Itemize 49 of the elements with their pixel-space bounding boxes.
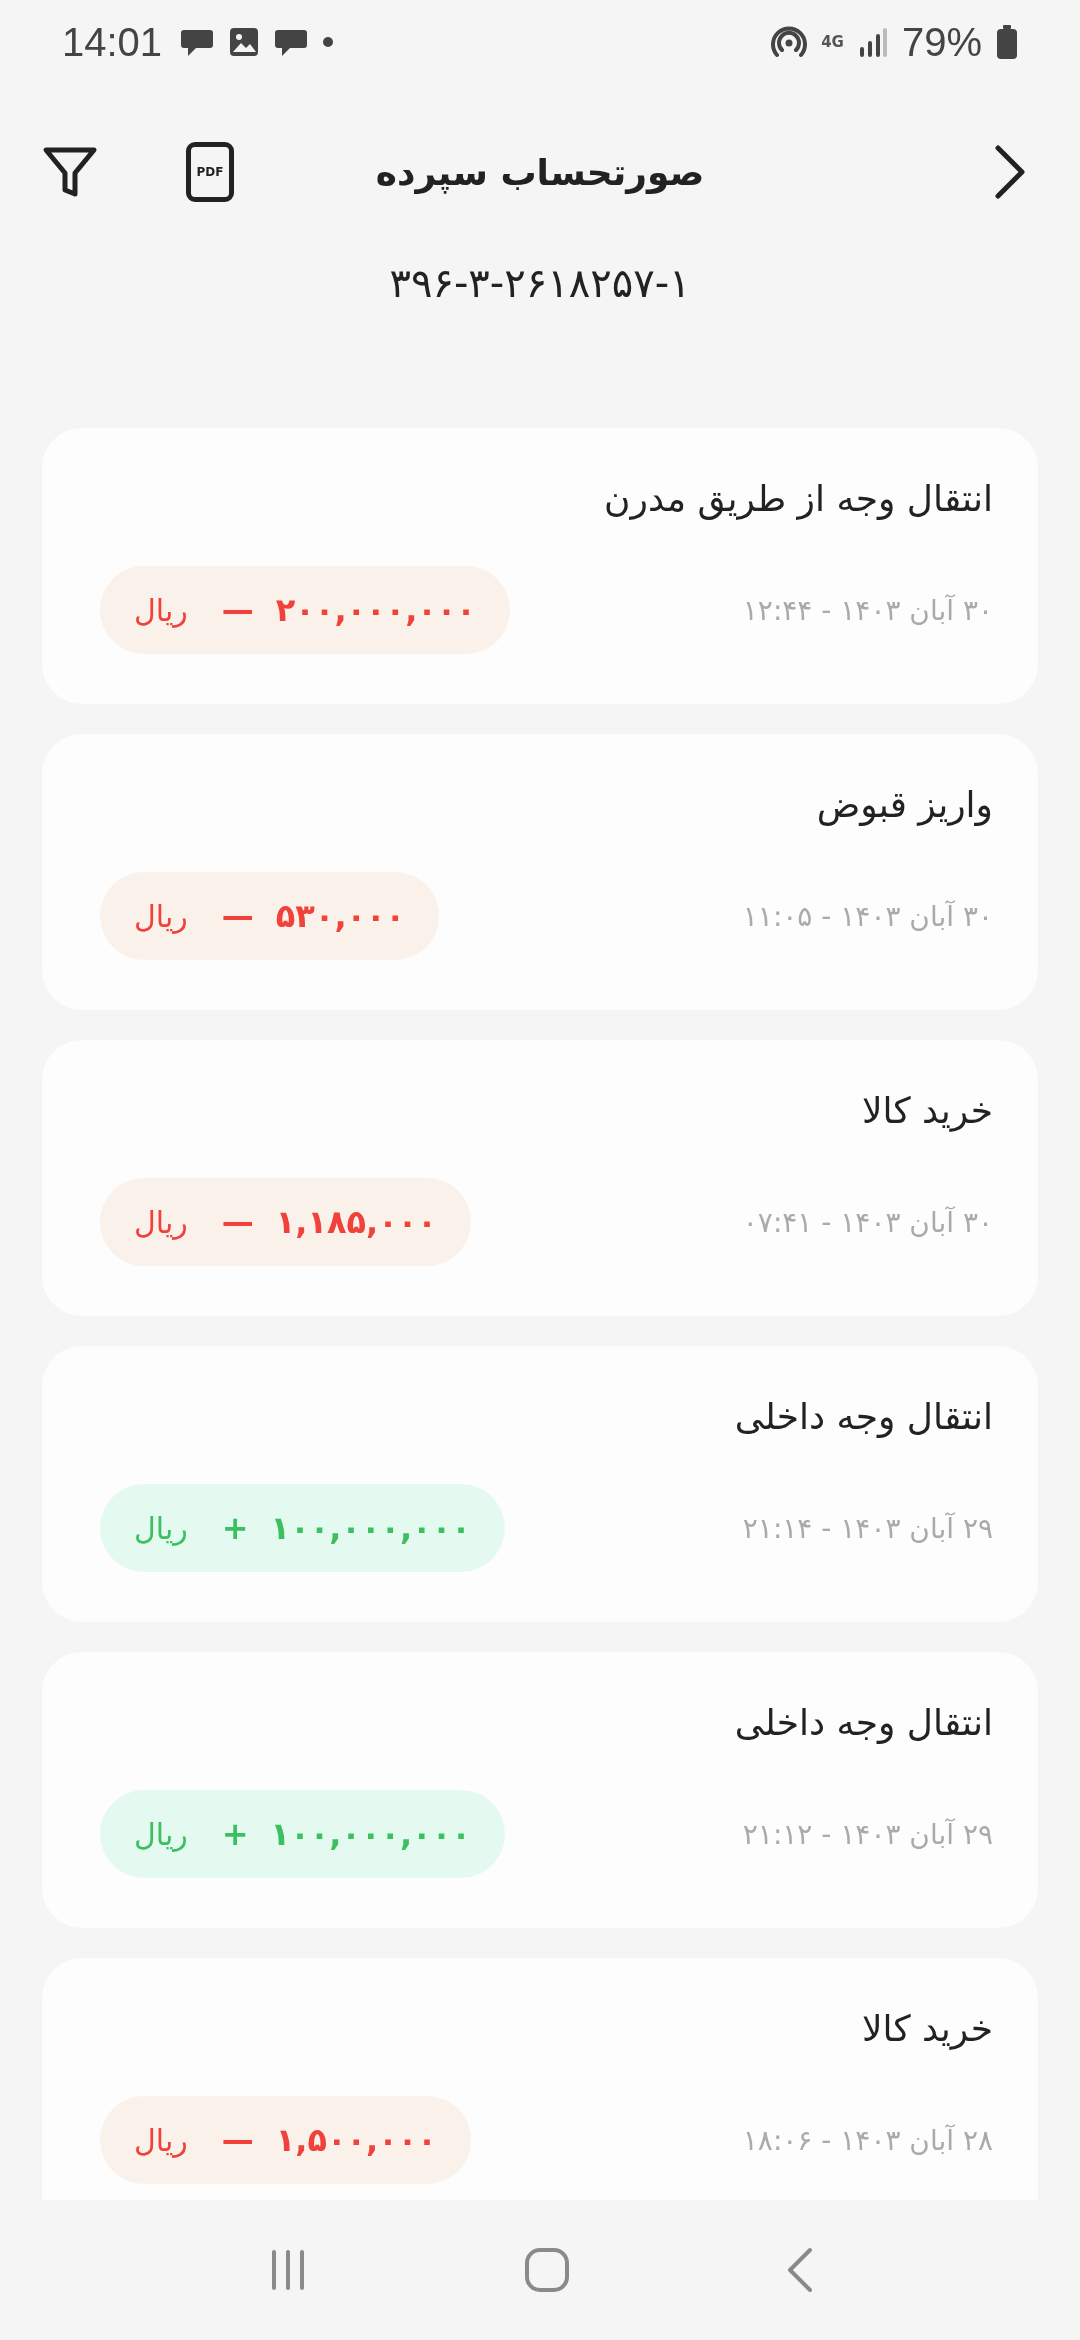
clock-time: 14:01	[62, 19, 163, 65]
transaction-date: ۳۰ آبان ۱۴۰۳ - ۱۲:۴۴	[742, 593, 993, 627]
transaction-date: ۳۰ آبان ۱۴۰۳ - ۰۷:۴۱	[742, 1205, 993, 1239]
amount-sign: —	[221, 591, 254, 629]
currency-label: ریال	[134, 898, 188, 934]
screen-title: صورتحساب سپرده	[374, 151, 706, 193]
currency-label: ریال	[134, 1510, 188, 1546]
notification-dot-icon	[322, 36, 335, 48]
pdf-button[interactable]: PDF	[186, 142, 234, 202]
transaction-date: ۲۸ آبان ۱۴۰۳ - ۱۸:۰۶	[742, 2123, 993, 2157]
transaction-card[interactable]: خرید کالا ۲۸ آبان ۱۴۰۳ - ۱۸:۰۶ ۱,۵۰۰,۰۰۰ — ریال	[42, 1958, 1038, 2200]
transaction-card[interactable]: انتقال وجه از طریق مدرن ۳۰ آبان ۱۴۰۳ - ۱۲:۴۴ ۲۰۰,۰۰۰,۰۰۰ — ریال	[42, 428, 1038, 704]
currency-label: ریال	[134, 2122, 188, 2158]
amount-value: ۱,۱۸۵,۰۰۰	[275, 1203, 437, 1241]
amount-sign: —	[221, 2121, 254, 2159]
currency-label: ریال	[134, 592, 188, 628]
amount-value: ۱,۵۰۰,۰۰۰	[275, 2121, 437, 2159]
hotspot-icon	[771, 25, 808, 59]
transaction-card[interactable]: واریز قبوض ۳۰ آبان ۱۴۰۳ - ۱۱:۰۵ ۵۳۰,۰۰۰ — ریال	[42, 734, 1038, 1010]
back-chevron-icon[interactable]	[994, 144, 1026, 200]
signal-icon	[857, 27, 888, 57]
transaction-title: انتقال وجه داخلی	[733, 1701, 993, 1746]
transaction-card[interactable]: خرید کالا ۳۰ آبان ۱۴۰۳ - ۰۷:۴۱ ۱,۱۸۵,۰۰۰ — ریال	[42, 1040, 1038, 1316]
network-type: 4G	[821, 33, 844, 51]
amount-value: ۵۳۰,۰۰۰	[275, 897, 406, 935]
amount-sign: —	[221, 1203, 254, 1241]
currency-label: ریال	[134, 1204, 188, 1240]
battery-icon	[996, 25, 1018, 59]
transaction-date: ۲۹ آبان ۱۴۰۳ - ۲۱:۱۴	[742, 1511, 993, 1545]
amount-sign: +	[221, 1815, 249, 1853]
amount-value: ۱۰۰,۰۰۰,۰۰۰	[270, 1815, 471, 1853]
transaction-date: ۳۰ آبان ۱۴۰۳ - ۱۱:۰۵	[742, 899, 993, 933]
amount-sign: —	[221, 897, 254, 935]
battery-level: 79%	[901, 19, 982, 65]
transaction-card[interactable]: انتقال وجه داخلی ۲۹ آبان ۱۴۰۳ - ۲۱:۱۴ ۱۰۰,۰۰۰,۰۰۰ + ریال	[42, 1346, 1038, 1622]
amount-sign: +	[221, 1509, 249, 1547]
transaction-title: خرید کالا	[860, 1089, 993, 1134]
transaction-title: خرید کالا	[860, 2007, 993, 2052]
currency-label: ریال	[134, 1816, 188, 1852]
home-icon[interactable]	[523, 2246, 571, 2294]
transaction-title: انتقال وجه داخلی	[733, 1395, 993, 1440]
transaction-date: ۲۹ آبان ۱۴۰۳ - ۲۱:۱۲	[742, 1817, 993, 1851]
amount-value: ۲۰۰,۰۰۰,۰۰۰	[275, 591, 476, 629]
transaction-title: انتقال وجه از طریق مدرن	[603, 477, 993, 522]
amount-value: ۱۰۰,۰۰۰,۰۰۰	[270, 1509, 471, 1547]
transaction-title: واریز قبوض	[815, 783, 993, 828]
account-number: ۳۹۶-۳-۲۶۱۸۲۵۷-۱	[389, 260, 691, 308]
image-icon	[228, 26, 261, 58]
transaction-card[interactable]: انتقال وجه داخلی ۲۹ آبان ۱۴۰۳ - ۲۱:۱۲ ۱۰۰,۰۰۰,۰۰۰ + ریال	[42, 1652, 1038, 1928]
